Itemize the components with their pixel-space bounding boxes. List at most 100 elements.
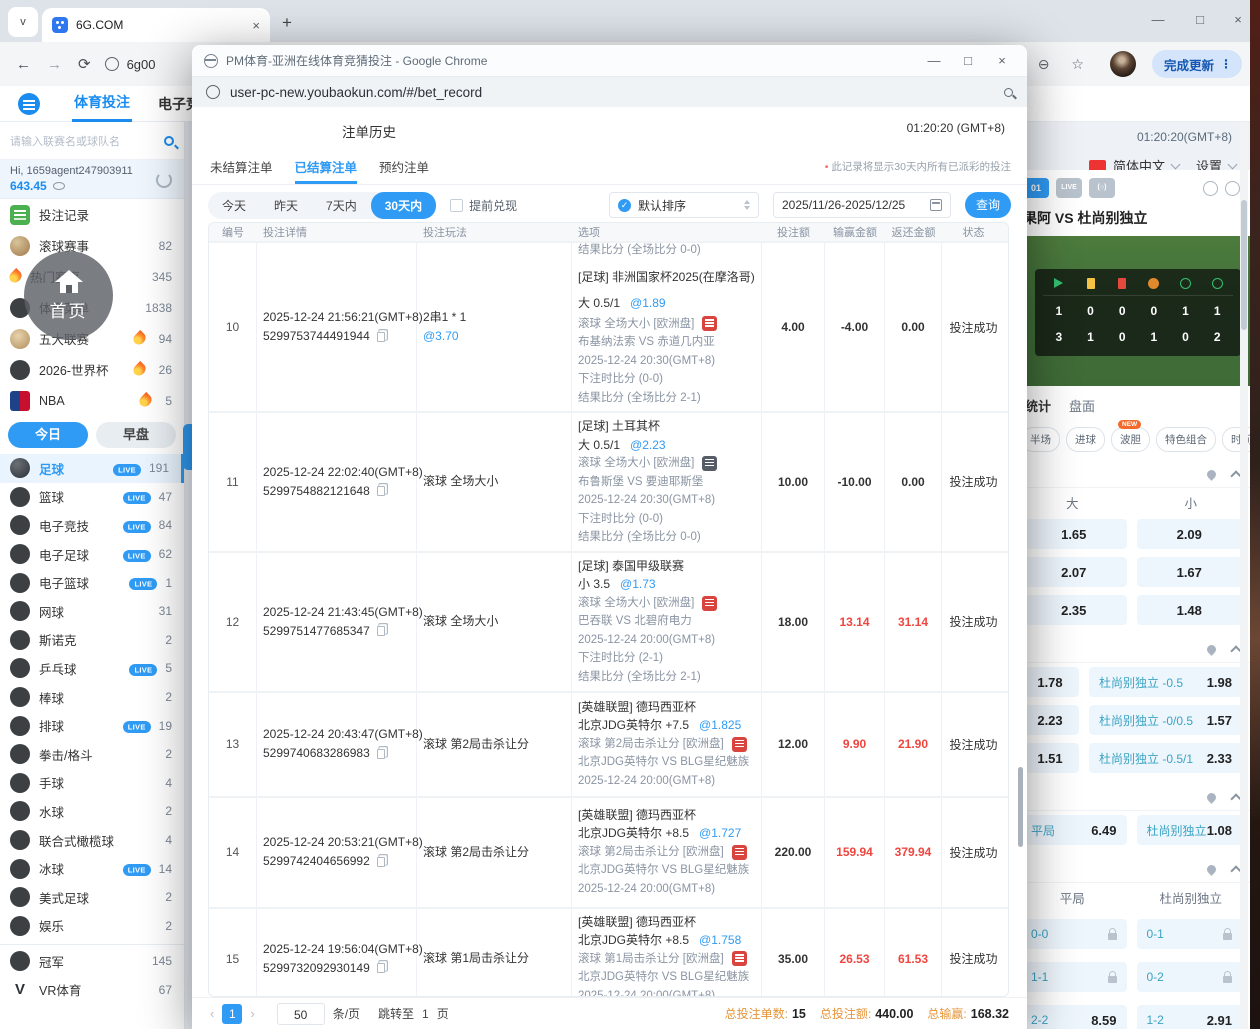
site-logo[interactable] <box>18 92 40 115</box>
panel-scrollbar-thumb[interactable] <box>1241 200 1247 330</box>
site-info-icon[interactable] <box>206 85 220 99</box>
refresh-balance-icon[interactable] <box>156 172 172 188</box>
tab-未结算注单[interactable]: 未结算注单 <box>210 151 273 176</box>
address-bar[interactable]: 6g00 <box>104 57 156 72</box>
odds-button[interactable]: 2.23 <box>1021 705 1079 735</box>
league-search-input[interactable]: 请输入联赛名或球队名 <box>0 122 184 160</box>
market-pill-特色组合[interactable]: 特色组合 <box>1156 427 1216 452</box>
sidebar-item-篮球[interactable]: 篮球 LIVE 47 <box>0 483 184 512</box>
match-stats-icon[interactable] <box>731 951 747 967</box>
calendar-icon[interactable] <box>930 199 942 211</box>
market-pill-波胆[interactable]: 波胆 NEW <box>1111 420 1150 452</box>
forward-button[interactable]: → <box>47 56 62 73</box>
match-stats-icon[interactable] <box>731 736 747 752</box>
site-info-icon[interactable] <box>104 57 119 71</box>
range-pill-30天内[interactable]: 30天内 <box>370 191 437 219</box>
pin-icon[interactable] <box>1205 791 1218 804</box>
next-page-button[interactable]: › <box>250 1006 254 1021</box>
back-button[interactable]: ← <box>16 56 31 73</box>
sidebar-item-电子竞技[interactable]: 电子竞技 LIVE 84 <box>0 511 184 540</box>
sidebar-item-斯诺克[interactable]: 斯诺克 2 <box>0 626 184 655</box>
window-minimize-button[interactable]: — <box>1148 12 1168 27</box>
zoom-out-icon[interactable]: ⊖ <box>1038 56 1050 73</box>
match-stats-icon[interactable] <box>702 316 718 332</box>
sidebar-item-2026-世界杯[interactable]: 2026-世界杯 26 <box>0 354 184 385</box>
tab-live-view[interactable]: LIVE <box>1056 178 1082 198</box>
sidebar-item-冠军[interactable]: 冠军 145 <box>0 947 184 976</box>
odds-button[interactable]: 杜尚别独立 -0.5 1.98 <box>1089 667 1242 697</box>
sidebar-item-联合式橄榄球[interactable]: 联合式橄榄球 4 <box>0 826 184 855</box>
tab-已结算注单[interactable]: 已结算注单 <box>294 151 358 184</box>
score-odds-button[interactable]: 0-1 <box>1136 919 1242 949</box>
browser-tab[interactable]: 6G.COM × <box>42 8 270 42</box>
home-floating-button[interactable]: 首页 <box>24 251 113 340</box>
copy-icon[interactable] <box>376 486 385 497</box>
copy-icon[interactable] <box>376 748 385 759</box>
sidebar-item-娱乐[interactable]: 娱乐 2 <box>0 912 184 941</box>
tab-stats[interactable]: 统计 <box>1025 396 1051 415</box>
odds-button[interactable]: 杜尚别独立 -0/0.5 1.57 <box>1089 705 1242 735</box>
score-odds-button[interactable]: 1-1 <box>1021 962 1127 992</box>
sidebar-item-投注记录[interactable]: 投注记录 <box>0 199 184 230</box>
date-range-input[interactable]: 2025/11/26-2025/12/25 <box>773 192 951 218</box>
tab-early[interactable]: 早盘 <box>96 422 176 448</box>
popup-minimize-button[interactable]: — <box>921 53 947 68</box>
sidebar-item-乒乓球[interactable]: 乒乓球 LIVE 5 <box>0 654 184 683</box>
chrome-update-button[interactable]: 完成更新 ⋮ <box>1151 50 1242 78</box>
sidebar-item-排球[interactable]: 排球 LIVE 19 <box>0 711 184 740</box>
page-size-input[interactable]: 50 <box>276 1002 325 1025</box>
early-cashout-checkbox[interactable] <box>450 198 464 212</box>
window-maximize-button[interactable]: □ <box>1190 12 1210 27</box>
sidebar-item-网球[interactable]: 网球 31 <box>0 597 184 626</box>
tab-search-chevron-button[interactable]: v <box>8 7 38 37</box>
sidebar-item-滚球赛事[interactable]: 滚球赛事 82 <box>0 230 184 261</box>
tab-today[interactable]: 今日 <box>8 422 88 448</box>
match-stats-icon[interactable] <box>702 595 718 611</box>
sidebar-item-NBA[interactable]: NBA 5 <box>0 385 184 416</box>
tab-预约注单[interactable]: 预约注单 <box>379 151 429 176</box>
prev-page-button[interactable]: ‹ <box>210 1006 214 1021</box>
popup-maximize-button[interactable]: □ <box>955 53 981 68</box>
odds-button[interactable]: 1.48 <box>1136 595 1242 625</box>
odds-button[interactable]: 1.65 <box>1021 519 1127 549</box>
range-pill-7天内[interactable]: 7天内 <box>312 192 371 219</box>
sort-select[interactable]: ✓ 默认排序 <box>609 192 759 218</box>
sidebar-item-冰球[interactable]: 冰球 LIVE 14 <box>0 854 184 883</box>
sidebar-item-棒球[interactable]: 棒球 2 <box>0 683 184 712</box>
copy-icon[interactable] <box>376 626 385 636</box>
current-page-button[interactable]: 1 <box>222 1003 243 1024</box>
sidebar-item-美式足球[interactable]: 美式足球 2 <box>0 883 184 912</box>
sidebar-item-手球[interactable]: 手球 4 <box>0 769 184 798</box>
odds-button[interactable]: 杜尚别独立 1.08 <box>1136 815 1242 845</box>
new-tab-button[interactable]: + <box>282 13 292 33</box>
window-close-button[interactable]: × <box>1228 12 1248 27</box>
match-stats-icon[interactable] <box>731 844 747 860</box>
popup-scrollbar-thumb[interactable] <box>1018 767 1023 847</box>
tab-pitch-view[interactable]: (○) <box>1089 178 1115 198</box>
info-icon[interactable] <box>1203 180 1218 196</box>
search-icon[interactable] <box>164 135 174 146</box>
refresh-icon[interactable] <box>1225 180 1240 196</box>
profile-avatar[interactable] <box>1109 51 1136 77</box>
jump-page-input[interactable]: 1 <box>422 1007 429 1021</box>
odds-button[interactable]: 1.51 <box>1021 743 1079 773</box>
score-odds-button[interactable]: 0-0 <box>1021 919 1127 949</box>
range-pill-今天[interactable]: 今天 <box>208 192 260 219</box>
browser-menu-icon[interactable]: ⋮ <box>1220 57 1232 71</box>
nav-sports-betting[interactable]: 体育投注 <box>72 85 132 122</box>
odds-button[interactable]: 杜尚别独立 -0.5/1 2.33 <box>1089 743 1242 773</box>
sidebar-item-水球[interactable]: 水球 2 <box>0 797 184 826</box>
pin-icon[interactable] <box>1205 643 1218 656</box>
popup-address-bar[interactable]: user-pc-new.youbaokun.com/#/bet_record <box>192 77 1027 107</box>
sidebar-item-电子篮球[interactable]: 电子篮球 LIVE 1 <box>0 568 184 597</box>
collapsed-panel-handle[interactable] <box>183 424 192 470</box>
score-odds-button[interactable]: 2-2 8.59 <box>1021 1005 1127 1029</box>
match-stats-icon[interactable] <box>702 455 718 471</box>
odds-button[interactable]: 1.67 <box>1136 557 1242 587</box>
market-pill-进球[interactable]: 进球 <box>1066 427 1105 452</box>
tab-close-icon[interactable]: × <box>252 18 260 33</box>
sidebar-item-拳击/格斗[interactable]: 拳击/格斗 2 <box>0 740 184 769</box>
range-pill-昨天[interactable]: 昨天 <box>260 192 312 219</box>
address-search-icon[interactable] <box>1004 87 1013 97</box>
eye-icon[interactable] <box>52 182 65 190</box>
